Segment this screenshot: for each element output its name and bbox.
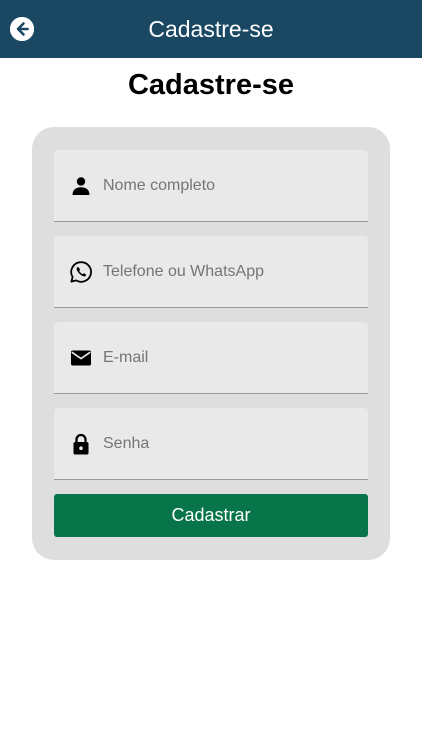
signup-card: Cadastrar [32, 127, 390, 560]
submit-button[interactable]: Cadastrar [54, 494, 368, 537]
person-icon [72, 177, 90, 195]
name-field[interactable] [54, 150, 368, 222]
phone-input[interactable] [103, 236, 358, 307]
page-title: Cadastre-se [127, 69, 295, 101]
mail-icon [71, 350, 91, 366]
whatsapp-icon [70, 261, 92, 283]
password-field[interactable] [54, 408, 368, 480]
name-input[interactable] [103, 150, 358, 221]
back-button[interactable] [10, 17, 34, 41]
phone-field[interactable] [54, 236, 368, 308]
lock-icon [73, 433, 89, 455]
app-bar: Cadastre-se [0, 0, 422, 58]
email-input[interactable] [103, 322, 358, 393]
arrow-left-icon [10, 17, 34, 41]
password-input[interactable] [103, 408, 358, 479]
email-field[interactable] [54, 322, 368, 394]
appbar-title: Cadastre-se [148, 15, 274, 42]
